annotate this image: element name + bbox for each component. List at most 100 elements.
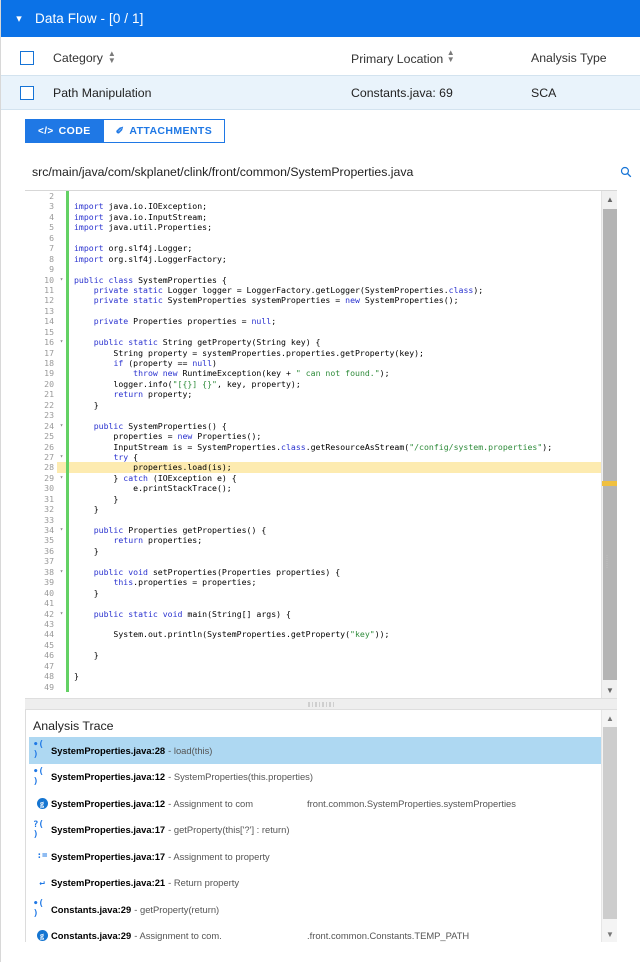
code-line[interactable]: 18 if (property == null) — [25, 358, 601, 369]
sort-icon-primary-location[interactable]: ▲ ▼ — [447, 49, 455, 64]
code-line[interactable]: 10 ▾ public class SystemProperties { — [25, 274, 601, 285]
code-line[interactable]: 33 — [25, 514, 601, 525]
code-line[interactable]: 4 import java.io.InputStream; — [25, 211, 601, 223]
chevron-down-icon[interactable]: ▼ — [602, 926, 617, 942]
code-text: public class SystemProperties { — [74, 274, 227, 285]
line-number: 7 — [25, 243, 57, 254]
code-line[interactable]: 48} — [25, 671, 601, 682]
code-line[interactable]: 35 return properties; — [25, 535, 601, 546]
trace-item[interactable]: •( ) SystemProperties.java:28- load(this) — [29, 737, 617, 764]
page-title: Data Flow - [0 / 1] — [35, 11, 144, 26]
chevron-down-icon[interactable]: ▾ — [9, 12, 29, 25]
code-line[interactable]: 21 return property; — [25, 389, 601, 400]
code-line[interactable]: 13 — [25, 305, 601, 317]
change-marker-bar — [66, 347, 69, 358]
code-line[interactable]: 46 } — [25, 650, 601, 661]
fold-toggle-icon[interactable]: ▾ — [57, 421, 66, 431]
column-header-primary-location[interactable]: Primary Location ▲ ▼ — [351, 49, 531, 67]
code-line[interactable]: 44 System.out.println(SystemProperties.g… — [25, 629, 601, 640]
code-line[interactable]: 23 — [25, 410, 601, 421]
code-line[interactable]: 8 import org.slf4j.LoggerFactory; — [25, 253, 601, 265]
code-line[interactable]: 38 ▾ public void setProperties(Properties… — [25, 566, 601, 578]
trace-item[interactable]: ↵ SystemProperties.java:21- Return proper… — [29, 870, 617, 897]
code-line[interactable]: 15 — [25, 326, 601, 338]
code-line[interactable]: 19 throw new RuntimeException(key + " ca… — [25, 368, 601, 379]
trace-item[interactable]: g Constants.java:29- Assignment to com. .f… — [29, 923, 617, 943]
code-line[interactable]: 29 ▾ } catch (IOException e) { — [25, 472, 601, 484]
code-line[interactable]: 9 — [25, 264, 601, 275]
code-line[interactable]: 32 } — [25, 504, 601, 515]
code-line[interactable]: 30 e.printStackTrace(); — [25, 483, 601, 494]
code-line[interactable]: 20 logger.info("[{}] {}", key, property)… — [25, 378, 601, 390]
search-icon[interactable] — [611, 166, 640, 178]
tab-attachments[interactable]: ✐ ATTACHMENTS — [103, 119, 226, 143]
code-line[interactable]: 42 ▾ public static void main(String[] arg… — [25, 608, 601, 619]
chevron-up-icon[interactable]: ▲ — [602, 710, 617, 726]
code-line[interactable]: 31 } — [25, 493, 601, 505]
trace-item[interactable]: := SystemProperties.java:17- Assignment t… — [29, 843, 617, 870]
code-vertical-scrollbar[interactable]: ▲ ▼ — [601, 191, 617, 698]
panel-splitter[interactable] — [25, 698, 617, 710]
tab-code[interactable]: </> CODE — [25, 119, 104, 143]
cell-category: Path Manipulation — [53, 85, 152, 100]
table-row[interactable]: Path Manipulation Constants.java: 69 SCA — [1, 75, 640, 110]
code-line[interactable]: 5 import java.util.Properties; — [25, 222, 601, 233]
change-marker-bar — [66, 358, 69, 369]
line-number: 23 — [25, 410, 57, 421]
code-line[interactable]: 6 — [25, 232, 601, 244]
code-lines[interactable]: 2 3 import java.io.IOException; 4 import jav… — [25, 191, 601, 698]
code-line[interactable]: 26 InputStream is = SystemProperties.cla… — [25, 441, 601, 452]
code-line[interactable]: 11 private static Logger logger = Logger… — [25, 284, 601, 296]
code-line[interactable]: 27 ▾ try { — [25, 451, 601, 463]
chevron-up-icon[interactable]: ▲ — [602, 191, 617, 207]
select-all-checkbox[interactable] — [20, 51, 34, 65]
code-line[interactable]: 47 — [25, 660, 601, 672]
change-marker-bar — [66, 608, 69, 619]
code-line[interactable]: 22 } — [25, 399, 601, 411]
column-header-primary-location-label: Primary Location — [351, 52, 444, 66]
code-line[interactable]: 45 — [25, 639, 601, 651]
scrollbar-thumb[interactable] — [603, 209, 617, 680]
code-line[interactable]: 41 — [25, 598, 601, 609]
code-line[interactable]: 2 — [25, 191, 601, 202]
trace-item-description: - Assignment to property — [168, 850, 270, 862]
code-line[interactable]: 40 } — [25, 587, 601, 599]
code-line[interactable]: 43 — [25, 618, 601, 630]
code-line[interactable]: 14 private Properties properties = null; — [25, 316, 601, 327]
code-line[interactable]: 39 this.properties = properties; — [25, 577, 601, 588]
fold-toggle-icon[interactable]: ▾ — [57, 567, 66, 577]
code-line[interactable]: 25 properties = new Properties(); — [25, 431, 601, 442]
scrollbar-thumb[interactable] — [603, 727, 617, 919]
grip-dots-icon — [606, 554, 614, 570]
trace-item[interactable]: •( ) Constants.java:29- getProperty(retur… — [29, 896, 617, 923]
row-checkbox[interactable] — [20, 85, 34, 100]
column-header-category[interactable]: Category ▲ ▼ — [53, 50, 351, 66]
code-line[interactable]: 49 — [25, 681, 601, 692]
trace-item[interactable]: g SystemProperties.java:12- Assignment to… — [29, 790, 617, 817]
chevron-down-icon[interactable]: ▼ — [602, 682, 617, 698]
code-line[interactable]: 7 import org.slf4j.Logger; — [25, 243, 601, 254]
trace-item[interactable]: ?( ) SystemProperties.java:17- getPropert… — [29, 817, 617, 844]
code-line[interactable]: 12 private static SystemProperties syste… — [25, 295, 601, 306]
fold-toggle-icon[interactable]: ▾ — [57, 275, 66, 285]
code-line[interactable]: 36 } — [25, 545, 601, 557]
trace-vertical-scrollbar[interactable]: ▲ ▼ — [601, 710, 617, 942]
code-line[interactable]: 34 ▾ public Properties getProperties() { — [25, 525, 601, 536]
fold-toggle-icon[interactable]: ▾ — [57, 452, 66, 462]
trace-item[interactable]: •( ) SystemProperties.java:12- SystemProp… — [29, 764, 617, 791]
code-line[interactable]: 3 import java.io.IOException; — [25, 201, 601, 212]
change-marker-bar — [66, 598, 69, 609]
code-line[interactable]: 24 ▾ public SystemProperties() { — [25, 420, 601, 432]
code-line[interactable]: 16 ▾ public static String getProperty(Str… — [25, 337, 601, 348]
column-header-analysis-type[interactable]: Analysis Type — [531, 51, 640, 65]
sort-icon-category[interactable]: ▲ ▼ — [108, 50, 116, 65]
fold-toggle-icon[interactable]: ▾ — [57, 525, 66, 535]
code-line[interactable]: 17 String property = systemProperties.pr… — [25, 347, 601, 358]
code-line[interactable]: 28 properties.load(is); — [25, 462, 601, 473]
code-line[interactable]: 37 — [25, 556, 601, 567]
fold-toggle-icon[interactable]: ▾ — [57, 337, 66, 347]
fold-toggle-icon[interactable]: ▾ — [57, 609, 66, 619]
fold-toggle-icon[interactable]: ▾ — [57, 473, 66, 483]
